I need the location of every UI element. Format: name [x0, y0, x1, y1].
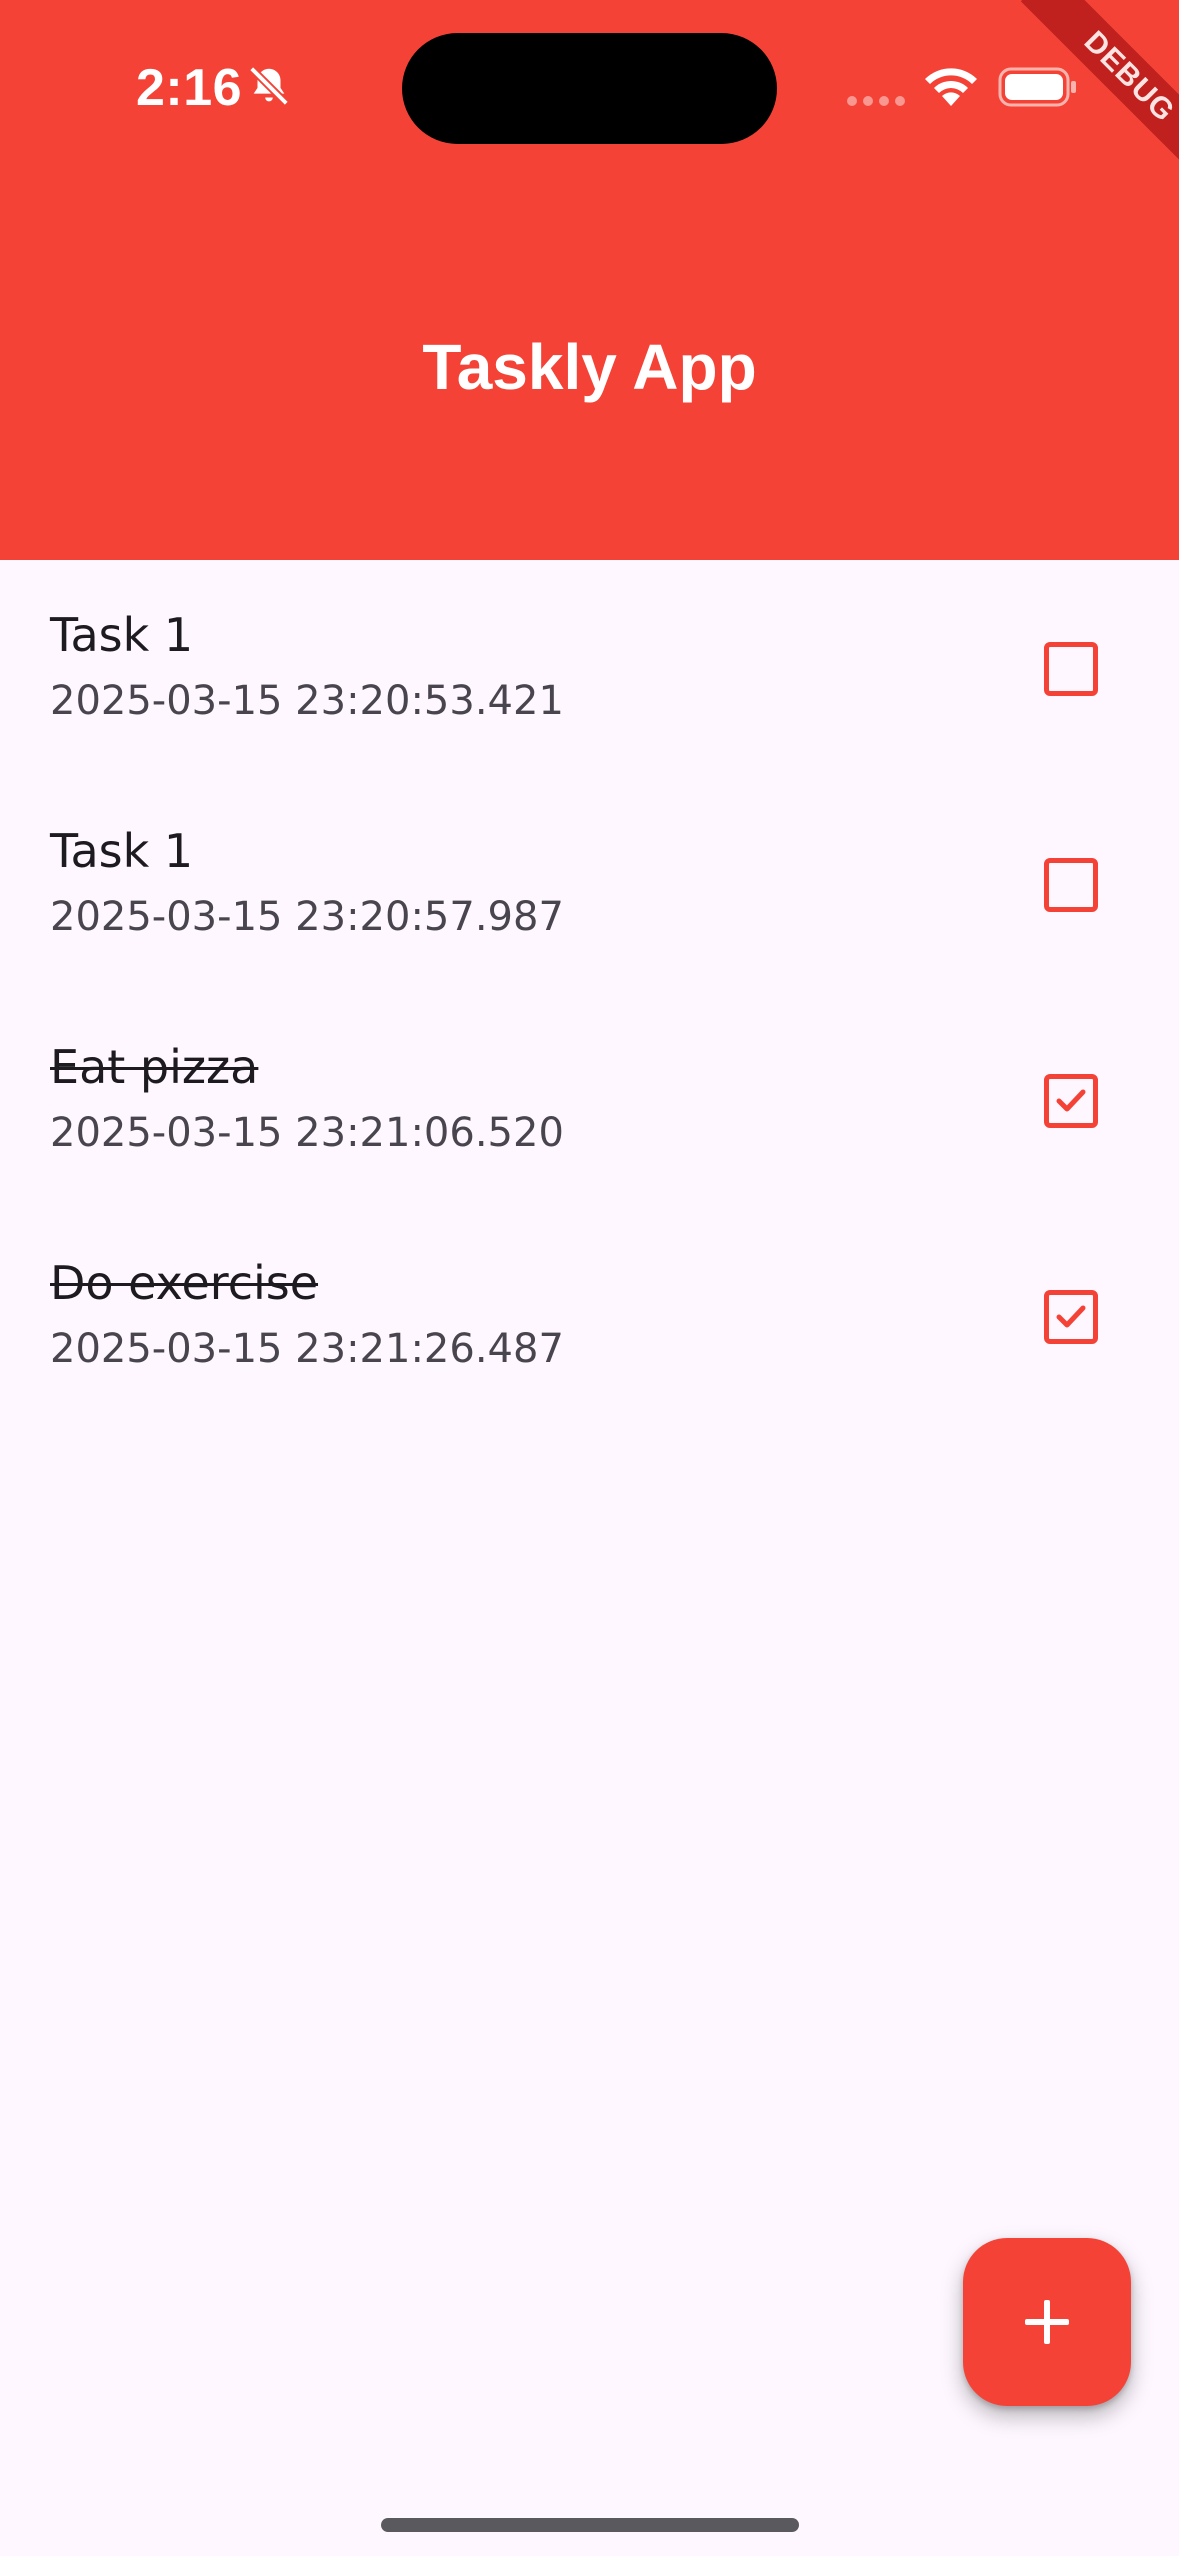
task-timestamp: 2025-03-15 23:21:26.487: [50, 1326, 564, 1372]
wifi-icon: [925, 68, 977, 106]
cellular-signal-icon: [847, 96, 905, 106]
task-checkbox[interactable]: [1044, 642, 1098, 696]
task-title: Eat pizza: [50, 1040, 259, 1094]
task-title: Do exercise: [50, 1256, 319, 1310]
checkmark-icon: [1056, 1089, 1086, 1112]
bell-slash-icon: [249, 66, 289, 106]
task-item[interactable]: Task 1 2025-03-15 23:20:57.987: [0, 776, 1179, 992]
task-checkbox[interactable]: [1044, 1074, 1098, 1128]
home-indicator[interactable]: [381, 2518, 799, 2532]
task-list: Task 1 2025-03-15 23:20:53.421 Task 1 20…: [0, 560, 1179, 1424]
task-timestamp: 2025-03-15 23:20:57.987: [50, 894, 564, 940]
task-title: Task 1: [50, 824, 194, 878]
add-task-button[interactable]: [963, 2238, 1131, 2406]
status-bar-time: 2:16: [136, 59, 243, 117]
task-timestamp: 2025-03-15 23:21:06.520: [50, 1110, 564, 1156]
task-checkbox[interactable]: [1044, 858, 1098, 912]
task-checkbox[interactable]: [1044, 1290, 1098, 1344]
app-bar: 2:16 DEBUG Taskly App: [0, 0, 1179, 560]
page-title: Taskly App: [422, 331, 757, 403]
dynamic-island: [402, 33, 777, 144]
task-timestamp: 2025-03-15 23:20:53.421: [50, 678, 564, 724]
checkmark-icon: [1056, 1305, 1086, 1328]
task-title: Task 1: [50, 608, 194, 662]
debug-banner-label: DEBUG: [1020, 0, 1179, 186]
task-item[interactable]: Do exercise 2025-03-15 23:21:26.487: [0, 1208, 1179, 1424]
debug-banner: DEBUG: [979, 0, 1179, 200]
task-item[interactable]: Task 1 2025-03-15 23:20:53.421: [0, 560, 1179, 776]
task-item[interactable]: Eat pizza 2025-03-15 23:21:06.520: [0, 992, 1179, 1208]
